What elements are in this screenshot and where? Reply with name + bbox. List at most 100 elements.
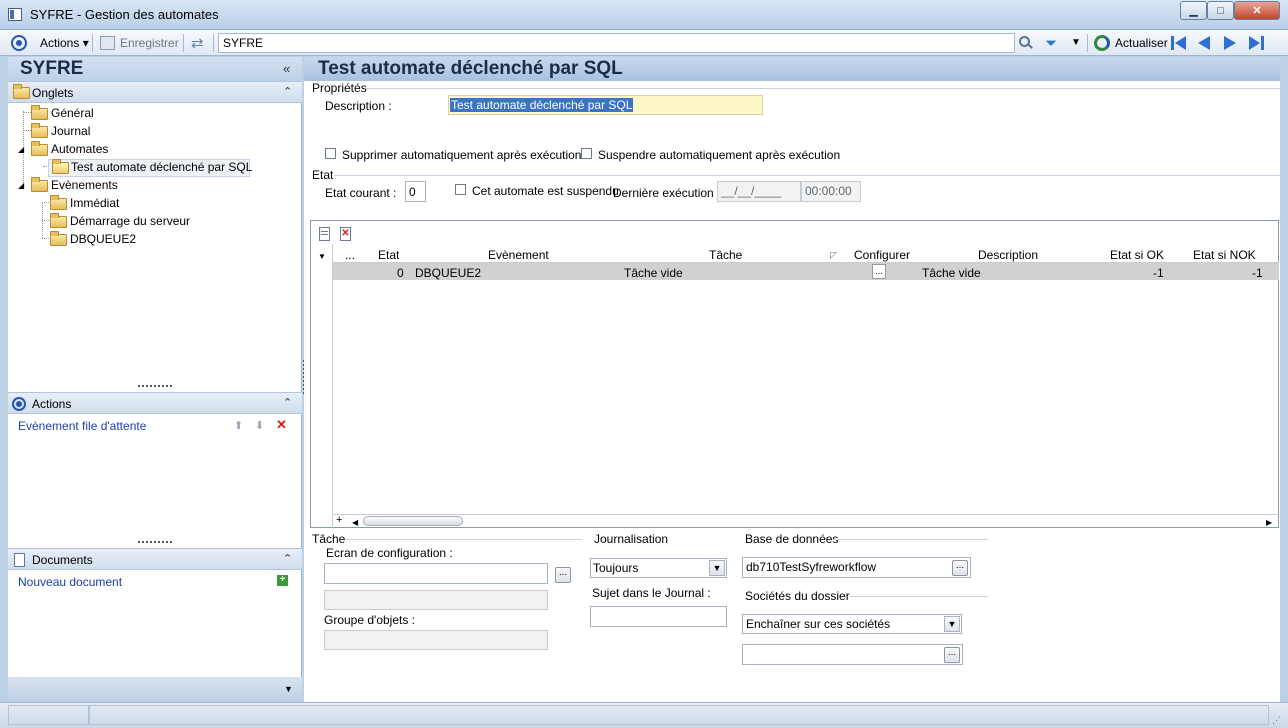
column-description[interactable]: Description xyxy=(978,248,1038,262)
description-input[interactable]: Test automate déclenché par SQL xyxy=(448,95,763,115)
first-record-icon[interactable] xyxy=(1171,36,1187,50)
splitter-grip[interactable] xyxy=(138,385,172,387)
actions-section-icon xyxy=(12,397,26,411)
supprimer-label: Supprimer automatiquement après exécutio… xyxy=(342,148,582,162)
tree-item-immediat[interactable]: Immédiat xyxy=(70,196,119,210)
tree-item-test-automate[interactable]: Test automate déclenché par SQL xyxy=(71,160,252,174)
scroll-right-icon[interactable]: ▶ xyxy=(1266,518,1272,527)
proprietes-group-label: Propriétés xyxy=(312,81,367,95)
onglets-header[interactable]: Onglets ⌃ xyxy=(8,81,302,103)
horizontal-scrollbar[interactable] xyxy=(333,514,1279,528)
supprimer-checkbox[interactable] xyxy=(325,148,336,159)
tree-item-automates[interactable]: Automates xyxy=(51,142,108,156)
new-document-link[interactable]: Nouveau document xyxy=(18,575,122,589)
column-configurer[interactable]: Configurer xyxy=(854,248,910,262)
next-record-icon[interactable] xyxy=(1224,36,1236,50)
suspendre-checkbox[interactable] xyxy=(581,148,592,159)
new-row-icon[interactable] xyxy=(319,227,330,241)
base-browse-button[interactable]: ... xyxy=(952,560,968,576)
sync-icon[interactable]: ⇄ xyxy=(191,34,204,52)
scroll-thumb[interactable] xyxy=(363,516,463,526)
move-down-icon[interactable]: ⬇ xyxy=(255,419,264,432)
column-etat-ok[interactable]: Etat si OK xyxy=(1110,248,1164,262)
sort-icon[interactable]: ◸ xyxy=(830,250,837,261)
actions-icon xyxy=(11,35,27,51)
app-icon xyxy=(8,8,22,21)
filter-icon[interactable]: ⏷ xyxy=(1045,35,1057,52)
suspendu-label: Cet automate est suspendu xyxy=(472,184,619,198)
save-button[interactable]: Enregistrer xyxy=(120,36,179,50)
chevron-down-icon[interactable]: ▼ xyxy=(944,616,960,632)
cell-configurer-button[interactable]: ... xyxy=(872,264,886,279)
right-border xyxy=(1280,57,1288,702)
folder-icon xyxy=(31,105,48,120)
chevron-down-icon[interactable]: ▼ xyxy=(709,560,725,576)
grid-menu-icon[interactable]: ▼ xyxy=(318,252,326,261)
etat-courant-label: Etat courant : xyxy=(325,186,397,200)
tasks-grid: ✕ ▼ ... Etat Evènement Tâche ◸ Configure… xyxy=(310,220,1279,528)
etat-courant-input[interactable] xyxy=(405,181,426,202)
status-pane xyxy=(89,705,1269,725)
cell-etat-nok: -1 xyxy=(1252,266,1263,280)
derniere-date-field: __/__/____ xyxy=(717,181,801,202)
tree-item-general[interactable]: Général xyxy=(51,106,94,120)
move-up-icon[interactable]: ⬆ xyxy=(234,419,243,432)
cell-etat-ok: -1 xyxy=(1153,266,1164,280)
onglets-title: Onglets xyxy=(32,86,74,100)
add-document-icon[interactable]: + xyxy=(277,575,288,586)
column-evenement[interactable]: Evènement xyxy=(488,248,549,262)
maximize-button[interactable]: □ xyxy=(1207,1,1234,20)
delete-action-icon[interactable]: ✕ xyxy=(276,417,287,433)
base-input[interactable]: db710TestSyfreworkflow xyxy=(742,557,971,578)
minimize-button[interactable]: ▁ xyxy=(1180,1,1207,20)
societes-select[interactable]: Enchaîner sur ces sociétés ▼ xyxy=(742,614,962,634)
sujet-input[interactable] xyxy=(590,606,727,627)
groupe-field xyxy=(324,630,548,650)
base-group-label: Base de données xyxy=(745,532,839,546)
documents-header[interactable]: Documents ⌃ xyxy=(8,548,302,570)
collapse-documents-icon[interactable]: ⌃ xyxy=(283,552,292,565)
last-record-icon[interactable] xyxy=(1249,36,1265,50)
tree-item-dbqueue[interactable]: DBQUEUE2 xyxy=(70,232,136,246)
splitter-grip[interactable] xyxy=(138,541,172,543)
title-bar: SYFRE - Gestion des automates ▁ □ ✕ xyxy=(0,0,1288,30)
main-panel: Test automate déclenché par SQL Propriét… xyxy=(304,57,1280,702)
column-etat-nok[interactable]: Etat si NOK xyxy=(1193,248,1256,262)
collapse-onglets-icon[interactable]: ⌃ xyxy=(283,85,292,98)
expand-automates-icon[interactable]: ◢ xyxy=(18,145,24,154)
action-item-file-attente[interactable]: Evènement file d'attente xyxy=(18,419,146,433)
column-tache[interactable]: Tâche xyxy=(709,248,742,262)
delete-row-icon[interactable]: ✕ xyxy=(340,227,351,241)
search-input[interactable] xyxy=(218,33,1015,53)
expand-evenements-icon[interactable]: ◢ xyxy=(18,181,24,190)
column-etat[interactable]: Etat xyxy=(378,248,399,262)
filter-dropdown-icon[interactable]: ▼ xyxy=(1071,37,1081,48)
derniere-execution-label: Dernière exécution : xyxy=(613,186,721,200)
resize-grip[interactable]: ⋰ xyxy=(1272,715,1281,726)
societes-browse-button[interactable]: ... xyxy=(944,647,960,663)
ecran-browse-button[interactable]: ... xyxy=(555,567,571,583)
suspendu-checkbox[interactable] xyxy=(455,184,466,195)
column-dots[interactable]: ... xyxy=(345,248,355,262)
window-title: SYFRE - Gestion des automates xyxy=(30,7,219,22)
tree-item-evenements[interactable]: Evènements xyxy=(51,178,118,192)
sujet-label: Sujet dans le Journal : xyxy=(592,586,711,600)
scroll-left-icon[interactable]: ◀ xyxy=(352,518,358,527)
close-button[interactable]: ✕ xyxy=(1234,1,1280,20)
refresh-icon xyxy=(1094,35,1110,51)
left-header: SYFRE « xyxy=(8,57,302,81)
actions-menu[interactable]: Actions ▾ xyxy=(40,36,89,50)
collapse-panel-icon[interactable]: « xyxy=(283,61,290,76)
tree-item-journal[interactable]: Journal xyxy=(51,124,90,138)
journal-select[interactable]: Toujours ▼ xyxy=(590,558,727,578)
tree-item-demarrage[interactable]: Démarrage du serveur xyxy=(70,214,190,228)
refresh-button[interactable]: Actualiser xyxy=(1115,36,1168,50)
grid-plus[interactable]: + xyxy=(336,514,342,526)
panel-menu-icon[interactable]: ▼ xyxy=(284,684,293,694)
collapse-actions-icon[interactable]: ⌃ xyxy=(283,396,292,409)
ecran-input[interactable] xyxy=(324,563,548,584)
societes-input[interactable] xyxy=(742,644,963,665)
actions-header[interactable]: Actions ⌃ xyxy=(8,392,302,414)
previous-record-icon[interactable] xyxy=(1198,36,1210,50)
folder-icon xyxy=(50,195,67,210)
